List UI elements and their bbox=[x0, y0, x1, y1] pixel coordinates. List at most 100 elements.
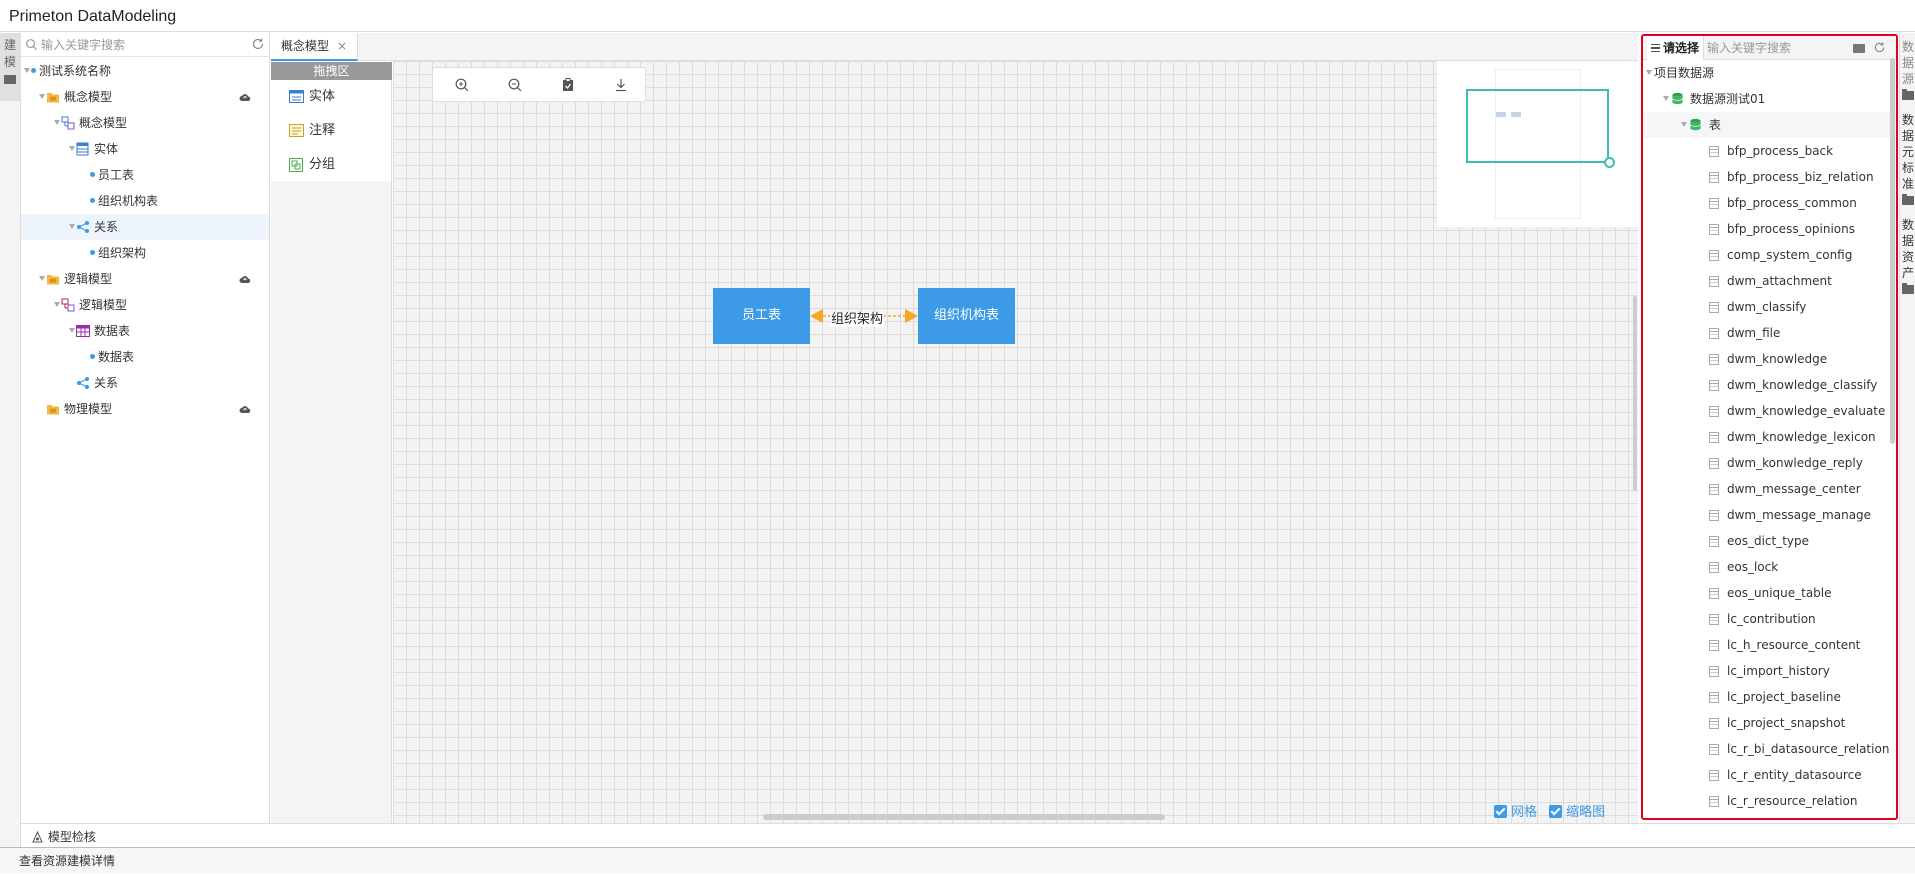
side-tab[interactable]: 数据元标准 bbox=[1900, 112, 1915, 205]
chevron-down-icon[interactable] bbox=[1663, 96, 1669, 101]
chevron-down-icon[interactable] bbox=[54, 302, 60, 307]
relation-label-box[interactable]: 组织架构 bbox=[830, 308, 885, 327]
datasource-item[interactable]: 数据源测试01 bbox=[1643, 86, 1896, 112]
minimap-toggle[interactable]: 缩略图 bbox=[1549, 805, 1605, 820]
cloud-upload-icon[interactable] bbox=[239, 274, 251, 284]
table-list-item[interactable]: dwm_konwledge_reply bbox=[1643, 450, 1896, 476]
table-list-item[interactable]: comp_system_config bbox=[1643, 242, 1896, 268]
table-list-item[interactable]: eos_dict_type bbox=[1643, 528, 1896, 554]
tab-concept-model[interactable]: 概念模型 × bbox=[271, 33, 359, 61]
tree-item[interactable]: 组织架构 bbox=[21, 240, 269, 266]
tree-item[interactable]: 概念模型 bbox=[21, 110, 269, 136]
tree-item[interactable]: 数据表 bbox=[21, 344, 269, 370]
tree-item-label: 测试系统名称 bbox=[39, 64, 112, 78]
minimap-checkbox[interactable] bbox=[1549, 805, 1563, 818]
table-list-item[interactable]: dwm_message_manage bbox=[1643, 502, 1896, 528]
refresh-icon[interactable] bbox=[1873, 41, 1886, 54]
close-icon[interactable]: × bbox=[337, 39, 347, 53]
table-list-item[interactable]: bfp_process_common bbox=[1643, 190, 1896, 216]
canvas-horizontal-scrollbar[interactable] bbox=[763, 814, 1165, 820]
table-list-item[interactable]: dwm_knowledge bbox=[1643, 346, 1896, 372]
table-list-item[interactable]: lc_h_resource_content bbox=[1643, 632, 1896, 658]
canvas-vertical-scrollbar[interactable] bbox=[1633, 296, 1637, 491]
table-list-item[interactable]: bfp_process_opinions bbox=[1643, 216, 1896, 242]
zoom-in-icon[interactable] bbox=[454, 77, 470, 93]
chevron-down-icon[interactable] bbox=[69, 328, 75, 333]
table-name: bfp_process_common bbox=[1727, 196, 1857, 210]
chevron-down-icon[interactable] bbox=[69, 146, 75, 151]
chevron-down-icon[interactable] bbox=[54, 120, 60, 125]
palette-item-group[interactable]: 分组 bbox=[289, 155, 335, 175]
chevron-down-icon[interactable] bbox=[1681, 122, 1687, 127]
table-icon bbox=[1709, 588, 1719, 599]
table-list-item[interactable]: dwm_message_center bbox=[1643, 476, 1896, 502]
cloud-upload-icon[interactable] bbox=[239, 92, 251, 102]
table-list-item[interactable]: lc_r_entity_datasource bbox=[1643, 762, 1896, 788]
datasource-scrollbar[interactable] bbox=[1890, 58, 1895, 444]
tree-item[interactable]: 逻辑模型 bbox=[21, 266, 269, 292]
table-list-item[interactable]: eos_unique_table bbox=[1643, 580, 1896, 606]
entity-node[interactable]: 员工表 bbox=[713, 288, 810, 344]
table-icon bbox=[1709, 380, 1719, 391]
palette-item-entity[interactable]: 实体 bbox=[289, 87, 336, 107]
chevron-down-icon[interactable] bbox=[39, 94, 45, 99]
table-list-item[interactable]: dwm_knowledge_lexicon bbox=[1643, 424, 1896, 450]
cloud-upload-icon[interactable] bbox=[239, 404, 251, 414]
tree-item[interactable]: 物理模型 bbox=[21, 396, 269, 422]
table-list-item[interactable]: bfp_process_biz_relation bbox=[1643, 164, 1896, 190]
chevron-down-icon[interactable] bbox=[24, 68, 30, 73]
tree-item[interactable]: 关系 bbox=[21, 370, 269, 396]
datasource-root-label: 项目数据源 bbox=[1654, 66, 1715, 80]
table-list-item[interactable]: lc_r_bi_datasource_relation bbox=[1643, 736, 1896, 762]
table-list-item[interactable]: lc_r_resource_relation bbox=[1643, 788, 1896, 814]
table-name: dwm_knowledge_evaluate bbox=[1727, 404, 1886, 418]
datasource-select[interactable]: 请选择 bbox=[1647, 36, 1705, 60]
palette-item-note[interactable]: 注释 bbox=[289, 121, 335, 141]
side-tab[interactable]: 数据资产 bbox=[1900, 217, 1915, 294]
minimap-viewport[interactable] bbox=[1466, 89, 1609, 163]
palette-item-label: 实体 bbox=[309, 89, 336, 104]
datasource-search-input[interactable] bbox=[1707, 39, 1837, 57]
tree-item-label: 逻辑模型 bbox=[64, 272, 113, 286]
grid-toggle[interactable]: 网格 bbox=[1494, 805, 1537, 820]
table-list-item[interactable]: eos_lock bbox=[1643, 554, 1896, 580]
tree-item[interactable]: 员工表 bbox=[21, 162, 269, 188]
tree-item[interactable]: 实体 bbox=[21, 136, 269, 162]
table-list-item[interactable]: lc_project_snapshot bbox=[1643, 710, 1896, 736]
table-list-item[interactable]: bfp_process_back bbox=[1643, 138, 1896, 164]
datasource-table-group[interactable]: 表 bbox=[1643, 112, 1896, 138]
tree-item[interactable]: 关系 bbox=[21, 214, 269, 240]
side-tab[interactable]: 数据源 bbox=[1900, 39, 1915, 100]
tree-item[interactable]: 逻辑模型 bbox=[21, 292, 269, 318]
table-list-item[interactable]: lc_import_history bbox=[1643, 658, 1896, 684]
table-list-item[interactable]: dwm_classify bbox=[1643, 294, 1896, 320]
tree-item[interactable]: 概念模型 bbox=[21, 84, 269, 110]
minimap[interactable] bbox=[1437, 61, 1638, 227]
minimap-resize-handle[interactable] bbox=[1604, 157, 1615, 168]
modeling-side-tab[interactable]: 建模 bbox=[0, 33, 20, 101]
table-list-item[interactable]: dwm_attachment bbox=[1643, 268, 1896, 294]
table-list-item[interactable]: lc_contribution bbox=[1643, 606, 1896, 632]
entity-node[interactable]: 组织机构表 bbox=[918, 288, 1015, 344]
chevron-down-icon[interactable] bbox=[69, 224, 75, 229]
table-icon bbox=[1709, 562, 1719, 573]
grid-checkbox[interactable] bbox=[1494, 805, 1507, 818]
tree-item[interactable]: 组织机构表 bbox=[21, 188, 269, 214]
clipboard-icon[interactable] bbox=[560, 77, 576, 93]
table-list-item[interactable]: lc_project_baseline bbox=[1643, 684, 1896, 710]
table-list-item[interactable]: dwm_knowledge_evaluate bbox=[1643, 398, 1896, 424]
chevron-down-icon[interactable] bbox=[1646, 70, 1652, 75]
download-icon[interactable] bbox=[613, 77, 629, 93]
tree-item[interactable]: 数据表 bbox=[21, 318, 269, 344]
tree-search-input[interactable] bbox=[41, 35, 241, 54]
chevron-down-icon[interactable] bbox=[39, 276, 45, 281]
refresh-icon[interactable] bbox=[251, 37, 265, 51]
tree-item[interactable]: 测试系统名称 bbox=[21, 58, 269, 84]
table-list-item[interactable]: dwm_file bbox=[1643, 320, 1896, 346]
folder-icon[interactable] bbox=[1853, 44, 1865, 53]
datasource-root[interactable]: 项目数据源 bbox=[1643, 60, 1896, 86]
table-list-item[interactable]: dwm_knowledge_classify bbox=[1643, 372, 1896, 398]
model-check-button[interactable]: 模型检核 bbox=[31, 828, 96, 845]
zoom-out-icon[interactable] bbox=[507, 77, 523, 93]
datasource-panel-header: 请选择 bbox=[1643, 36, 1896, 60]
